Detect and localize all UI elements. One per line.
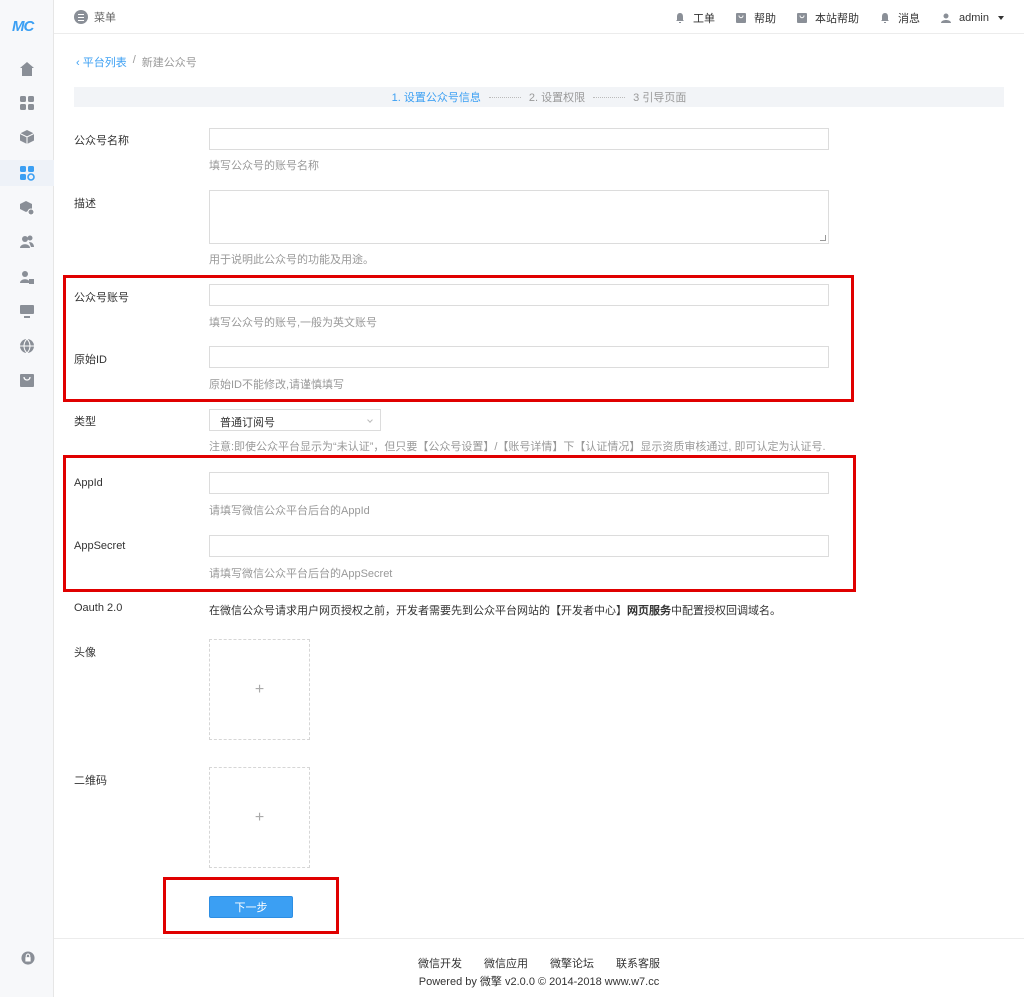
- description-textarea[interactable]: [209, 190, 829, 244]
- footer-link-support[interactable]: 联系客服: [616, 955, 660, 971]
- step-divider: [488, 96, 521, 98]
- description-help: 用于说明此公众号的功能及用途。: [209, 254, 374, 266]
- home-icon[interactable]: [19, 61, 35, 77]
- bell-icon: [676, 13, 685, 23]
- menu-button[interactable]: 菜单: [74, 9, 116, 25]
- name-input[interactable]: [209, 128, 829, 150]
- lock-icon[interactable]: [21, 951, 35, 965]
- avatar-upload[interactable]: +: [209, 639, 310, 740]
- store-icon[interactable]: [19, 372, 35, 388]
- chevron-down-icon: [998, 16, 1004, 20]
- sidebar: MC: [0, 0, 54, 997]
- type-select-value: 普通订阅号: [220, 417, 275, 429]
- highlight-box-account: [63, 275, 854, 402]
- highlight-box-next-button: [163, 877, 339, 934]
- breadcrumb-back-label: 平台列表: [82, 57, 127, 69]
- ticket-label: 工单: [693, 13, 716, 25]
- step-2: 2. 设置权限: [528, 92, 586, 104]
- logo[interactable]: MC: [12, 18, 34, 35]
- oauth-text-bold: 网页服务: [627, 605, 671, 617]
- highlight-box-app-credentials: [63, 455, 856, 592]
- breadcrumb: ‹ 平台列表 / 新建公众号: [76, 54, 197, 70]
- oauth-text-before: 在微信公众号请求用户网页授权之前，开发者需要先到公众平台网站的【开发者中心】: [209, 605, 627, 617]
- globe-icon[interactable]: [19, 338, 35, 354]
- chevron-down-icon: [367, 417, 373, 423]
- user-menu[interactable]: admin: [940, 10, 1004, 26]
- user-lock-icon[interactable]: [19, 269, 35, 285]
- store-icon: [736, 13, 747, 23]
- username: admin: [959, 12, 989, 24]
- breadcrumb-separator: /: [132, 54, 136, 66]
- footer-link-forum[interactable]: 微擎论坛: [550, 955, 594, 971]
- menu-icon: [74, 10, 88, 24]
- box-settings-icon[interactable]: [19, 200, 35, 216]
- users-icon[interactable]: [19, 234, 35, 250]
- footer-links: 微信开发 微信应用 微擎论坛 联系客服: [54, 955, 1024, 971]
- oauth-label: Oauth 2.0: [74, 602, 123, 614]
- store-icon: [797, 13, 808, 23]
- bell-icon: [881, 13, 890, 23]
- site-help-label: 本站帮助: [815, 13, 860, 25]
- type-label: 类型: [74, 416, 96, 428]
- type-select[interactable]: 普通订阅号: [209, 409, 381, 431]
- step-1: 1. 设置公众号信息: [391, 92, 481, 104]
- top-bar: 菜单 工单 帮助 本站帮助 消息 admin: [54, 0, 1024, 34]
- step-divider: [593, 96, 626, 98]
- qrcode-label: 二维码: [74, 775, 107, 787]
- step-indicator: 1. 设置公众号信息 2. 设置权限 3 引导页面: [74, 87, 1004, 107]
- help-label: 帮助: [754, 13, 777, 25]
- messages-link[interactable]: 消息: [879, 10, 920, 26]
- messages-label: 消息: [898, 13, 921, 25]
- user-icon: [941, 13, 952, 23]
- footer-copyright: Powered by 微擎 v2.0.0 © 2014-2018 www.w7.…: [418, 976, 660, 988]
- footer-link-wechat-dev[interactable]: 微信开发: [418, 955, 462, 971]
- qrcode-upload[interactable]: +: [209, 767, 310, 868]
- step-3: 3 引导页面: [633, 92, 687, 104]
- apps-settings-icon[interactable]: [19, 165, 35, 181]
- top-nav: 工单 帮助 本站帮助 消息 admin: [674, 10, 1004, 26]
- cube-icon[interactable]: [19, 129, 35, 145]
- site-help-link[interactable]: 本站帮助: [796, 10, 859, 26]
- type-help: 注意:即使公众平台显示为“未认证”，但只要【公众号设置】/【账号详情】下【认证情…: [209, 441, 826, 453]
- oauth-text-after: 中配置授权回调域名。: [671, 605, 781, 617]
- name-label: 公众号名称: [74, 135, 129, 147]
- avatar-label: 头像: [74, 647, 96, 659]
- resize-handle[interactable]: [820, 235, 826, 241]
- breadcrumb-current: 新建公众号: [141, 57, 197, 69]
- footer: 微信开发 微信应用 微擎论坛 联系客服 Powered by 微擎 v2.0.0…: [54, 938, 1024, 997]
- description-label: 描述: [74, 198, 96, 210]
- help-link[interactable]: 帮助: [735, 10, 776, 26]
- apps-icon[interactable]: [19, 95, 35, 111]
- footer-link-wechat-apps[interactable]: 微信应用: [484, 955, 528, 971]
- plus-icon: +: [254, 680, 265, 698]
- plus-icon: +: [254, 808, 265, 826]
- monitor-icon[interactable]: [19, 303, 35, 319]
- name-help: 填写公众号的账号名称: [209, 160, 319, 172]
- menu-label: 菜单: [94, 12, 116, 24]
- oauth-description: 在微信公众号请求用户网页授权之前，开发者需要先到公众平台网站的【开发者中心】网页…: [209, 602, 781, 618]
- breadcrumb-back-link[interactable]: ‹ 平台列表: [76, 54, 127, 70]
- ticket-link[interactable]: 工单: [674, 10, 715, 26]
